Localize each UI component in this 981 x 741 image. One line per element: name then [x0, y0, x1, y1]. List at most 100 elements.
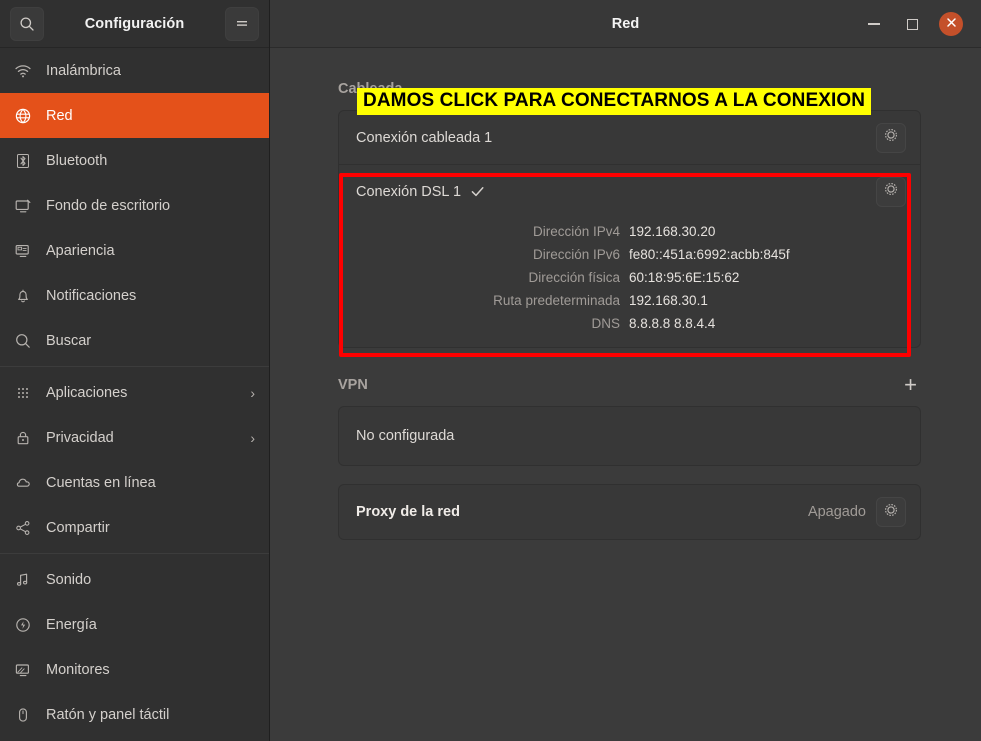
settings-window: Configuración [0, 0, 981, 741]
close-button[interactable] [939, 12, 963, 36]
sidebar-item-bluetooth[interactable]: Bluetooth [0, 138, 269, 183]
maximize-icon [907, 19, 918, 30]
minimize-icon [868, 23, 880, 25]
connection-name: Conexión cableada 1 [356, 130, 492, 146]
appearance-icon [14, 242, 40, 260]
detail-row: Dirección IPv6 fe80::451a:6992:acbb:845f [339, 243, 906, 266]
search-icon [19, 16, 35, 32]
detail-label: Dirección IPv6 [339, 247, 629, 262]
detail-label: Dirección IPv4 [339, 224, 629, 239]
annotation-highlight-text: DAMOS CLICK PARA CONECTARNOS A LA CONEXI… [357, 88, 871, 115]
sidebar-item-label: Bluetooth [46, 153, 107, 169]
search-button[interactable] [10, 7, 44, 41]
wired-connections-card: Conexión cableada 1 Conexión DSL 1 [338, 110, 921, 348]
minimize-button[interactable] [863, 13, 885, 35]
bell-icon [14, 287, 40, 305]
detail-label: DNS [339, 316, 629, 331]
sidebar-item-label: Compartir [46, 520, 110, 536]
sidebar-item-label: Monitores [46, 662, 110, 678]
detail-row: Dirección IPv4 192.168.30.20 [339, 220, 906, 243]
vpn-status: No configurada [356, 428, 454, 444]
detail-value: 192.168.30.20 [629, 224, 715, 239]
proxy-state: Apagado [808, 504, 876, 520]
connection-row-dsl-1[interactable]: Conexión DSL 1 [339, 165, 920, 218]
sidebar-item-label: Aplicaciones [46, 385, 127, 401]
sidebar-separator [0, 366, 269, 367]
sidebar-item-fondo-de-escritorio[interactable]: Fondo de escritorio [0, 183, 269, 228]
connection-name: Conexión DSL 1 [356, 184, 461, 200]
search-icon [14, 332, 40, 350]
window-controls [863, 12, 969, 36]
sidebar-header: Configuración [0, 0, 269, 48]
connection-row-wired-1[interactable]: Conexión cableada 1 [339, 111, 920, 164]
vpn-section-header: VPN + [338, 372, 921, 398]
connection-details: Dirección IPv4 192.168.30.20 Dirección I… [339, 218, 920, 347]
sidebar-separator [0, 553, 269, 554]
sidebar-title: Configuración [44, 16, 225, 32]
gear-icon [883, 181, 899, 202]
sidebar-item-inalambrica[interactable]: Inalámbrica [0, 48, 269, 93]
wifi-icon [14, 62, 40, 80]
sidebar-item-label: Sonido [46, 572, 91, 588]
sidebar-item-label: Cuentas en línea [46, 475, 156, 491]
detail-row: Dirección física 60:18:95:6E:15:62 [339, 266, 906, 289]
maximize-button[interactable] [901, 13, 923, 35]
detail-value: fe80::451a:6992:acbb:845f [629, 247, 790, 262]
globe-icon [14, 107, 40, 125]
gear-icon [883, 502, 899, 523]
sidebar-item-label: Energía [46, 617, 97, 633]
vpn-card[interactable]: No configurada [338, 406, 921, 466]
sidebar-item-label: Fondo de escritorio [46, 198, 170, 214]
sidebar-item-label: Privacidad [46, 430, 114, 446]
sidebar-item-sonido[interactable]: Sonido [0, 557, 269, 602]
network-proxy-card[interactable]: Proxy de la red Apagado [338, 484, 921, 540]
sidebar-item-monitores[interactable]: Monitores [0, 647, 269, 692]
sidebar: Configuración [0, 0, 270, 741]
lock-icon [14, 429, 40, 447]
sidebar-item-compartir[interactable]: Compartir [0, 505, 269, 550]
detail-label: Ruta predeterminada [339, 293, 629, 308]
sidebar-item-label: Inalámbrica [46, 63, 121, 79]
proxy-title: Proxy de la red [356, 504, 460, 520]
share-icon [14, 519, 40, 537]
sidebar-item-apariencia[interactable]: Apariencia [0, 228, 269, 273]
hamburger-menu-icon [234, 16, 250, 32]
sidebar-item-privacidad[interactable]: Privacidad › [0, 415, 269, 460]
detail-row: DNS 8.8.8.8 8.8.4.4 [339, 312, 906, 335]
detail-label: Dirección física [339, 270, 629, 285]
desktop-wallpaper-icon [14, 197, 40, 215]
close-icon [946, 15, 957, 33]
power-bolt-icon [14, 616, 40, 634]
mouse-icon [14, 706, 40, 724]
sidebar-item-label: Red [46, 108, 73, 124]
page-title: Red [270, 16, 863, 32]
sidebar-item-red[interactable]: Red [0, 93, 269, 138]
sidebar-item-cuentas-en-linea[interactable]: Cuentas en línea [0, 460, 269, 505]
sidebar-item-label: Apariencia [46, 243, 115, 259]
connection-settings-button[interactable] [876, 177, 906, 207]
sidebar-item-buscar[interactable]: Buscar [0, 318, 269, 363]
grid-apps-icon [14, 384, 40, 402]
monitor-icon [14, 661, 40, 679]
chevron-right-icon: › [250, 386, 255, 400]
network-settings-content: Cableada Conexión cableada 1 [270, 48, 981, 741]
sidebar-item-energia[interactable]: Energía [0, 602, 269, 647]
detail-row: Ruta predeterminada 192.168.30.1 [339, 289, 906, 312]
chevron-right-icon: › [250, 431, 255, 445]
sidebar-item-label: Buscar [46, 333, 91, 349]
bluetooth-icon [14, 152, 40, 170]
connection-settings-button[interactable] [876, 123, 906, 153]
menu-button[interactable] [225, 7, 259, 41]
sidebar-item-notificaciones[interactable]: Notificaciones [0, 273, 269, 318]
sidebar-item-label: Notificaciones [46, 288, 136, 304]
cloud-icon [14, 474, 40, 492]
detail-value: 60:18:95:6E:15:62 [629, 270, 739, 285]
window-titlebar: Red [270, 0, 981, 48]
plus-icon[interactable]: + [900, 374, 921, 396]
sidebar-item-raton-y-panel-tactil[interactable]: Ratón y panel táctil [0, 692, 269, 737]
sidebar-item-aplicaciones[interactable]: Aplicaciones › [0, 370, 269, 415]
detail-value: 192.168.30.1 [629, 293, 708, 308]
sidebar-nav-list: Inalámbrica Red [0, 48, 269, 741]
gear-icon [883, 127, 899, 148]
proxy-settings-button[interactable] [876, 497, 906, 527]
